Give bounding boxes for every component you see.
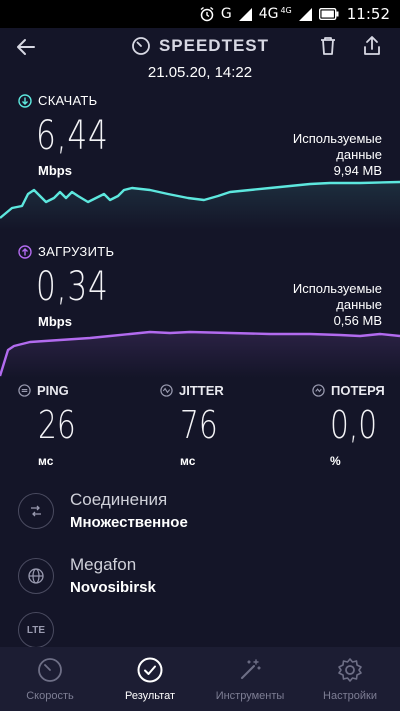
test-datetime: 21.05.20, 14:22 — [147, 64, 253, 81]
page-title: SPEEDTEST — [158, 36, 270, 55]
upload-data-amount: 0,56 MB — [333, 313, 382, 328]
share-icon[interactable] — [360, 34, 384, 58]
globe-icon-wrap — [18, 557, 54, 594]
upload-data-used: Используемые данные 0,56 MB — [293, 281, 382, 329]
packet-loss-icon — [312, 384, 325, 397]
battery-icon — [318, 8, 339, 20]
connections-icon — [31, 505, 41, 516]
upload-label-text: ЗАГРУЗИТЬ — [38, 244, 115, 259]
ping-value: 26 — [38, 403, 76, 447]
signal-icon — [238, 7, 252, 21]
nav-item-speed[interactable]: Скорость — [0, 647, 100, 711]
download-data-label-line1: Используемые — [292, 131, 382, 146]
status-time: 11:52 — [346, 5, 390, 23]
status-bar: G 4G 4G 11:52 — [0, 0, 400, 28]
upload-unit: Mbps — [38, 314, 72, 329]
network-g-label: G — [220, 6, 232, 22]
network-type-row: LTE — [18, 612, 54, 648]
ping-unit: мс — [38, 454, 54, 468]
gear-icon — [338, 658, 362, 682]
connections-texts: Соединения Множественное — [70, 490, 188, 531]
network-4g-small-label: 4G — [280, 5, 292, 15]
nav-item-tools-label: Инструменты — [215, 690, 285, 702]
upload-value: 0,34 — [36, 264, 109, 310]
jitter-icon — [160, 384, 173, 397]
nav-item-result[interactable]: Результат — [100, 647, 200, 711]
upload-data-label-line1: Используемые — [292, 281, 382, 296]
jitter-label-text: JITTER — [179, 383, 224, 398]
lte-icon: LTE — [18, 612, 54, 648]
loss-value: 0,0 — [330, 403, 378, 447]
download-data-used: Используемые данные 9,94 MB — [293, 131, 382, 179]
nav-item-settings[interactable]: Настройки — [300, 647, 400, 711]
magic-wand-icon — [241, 659, 261, 679]
trash-icon[interactable] — [316, 34, 340, 58]
download-data-amount: 9,94 MB — [333, 163, 382, 178]
provider-texts: Megafon Novosibirsk — [70, 555, 156, 596]
jitter-value: 76 — [180, 403, 218, 447]
bottom-nav: Скорость Результат Инструменты Настройки — [0, 647, 400, 711]
jitter-label: JITTER — [160, 383, 224, 398]
check-circle-icon — [137, 657, 163, 683]
nav-item-settings-label: Настройки — [323, 690, 377, 702]
network-4g-label: 4G — [258, 6, 279, 22]
status-bar-right: G 4G 4G 11:52 — [199, 4, 390, 24]
lte-badge: LTE — [26, 624, 46, 636]
alarm-icon — [200, 6, 214, 22]
loss-label: ПОТЕРЯ — [312, 383, 385, 398]
loss-unit: % — [330, 454, 341, 468]
upload-graph — [0, 330, 400, 378]
nav-item-result-label: Результат — [124, 690, 176, 702]
download-data-label-line2: данные — [336, 147, 382, 162]
provider-row: Megafon Novosibirsk — [18, 555, 156, 596]
title-wrap: SPEEDTEST — [0, 36, 400, 56]
download-label-text: СКАЧАТЬ — [38, 93, 98, 108]
loss-label-text: ПОТЕРЯ — [331, 383, 385, 398]
globe-icon — [28, 567, 44, 584]
download-label: СКАЧАТЬ — [18, 93, 98, 108]
upload-label: ЗАГРУЗИТЬ — [18, 244, 114, 259]
nav-item-tools[interactable]: Инструменты — [200, 647, 300, 711]
ping-icon — [18, 384, 31, 397]
ping-label-text: PING — [37, 383, 69, 398]
upload-data-label-line2: данные — [336, 297, 382, 312]
signal-icon-2 — [298, 7, 312, 21]
download-value: 6,44 — [36, 113, 109, 159]
connections-title: Соединения — [70, 490, 168, 509]
provider-name: Megafon — [70, 555, 137, 574]
download-unit: Mbps — [38, 163, 72, 178]
nav-item-speed-label: Скорость — [26, 690, 74, 702]
upload-arrow-icon — [18, 244, 32, 259]
speedometer-logo-icon — [132, 37, 150, 55]
jitter-unit: мс — [180, 454, 196, 468]
speedometer-icon — [38, 658, 62, 682]
provider-location: Novosibirsk — [70, 579, 156, 596]
download-graph — [0, 180, 400, 230]
connections-icon-wrap — [18, 492, 54, 529]
connections-row: Соединения Множественное — [18, 490, 188, 531]
top-bar: SPEEDTEST — [0, 28, 400, 64]
download-graph-area — [0, 182, 400, 230]
connections-value: Множественное — [70, 514, 188, 531]
ping-label: PING — [18, 383, 69, 398]
download-arrow-icon — [18, 93, 32, 108]
